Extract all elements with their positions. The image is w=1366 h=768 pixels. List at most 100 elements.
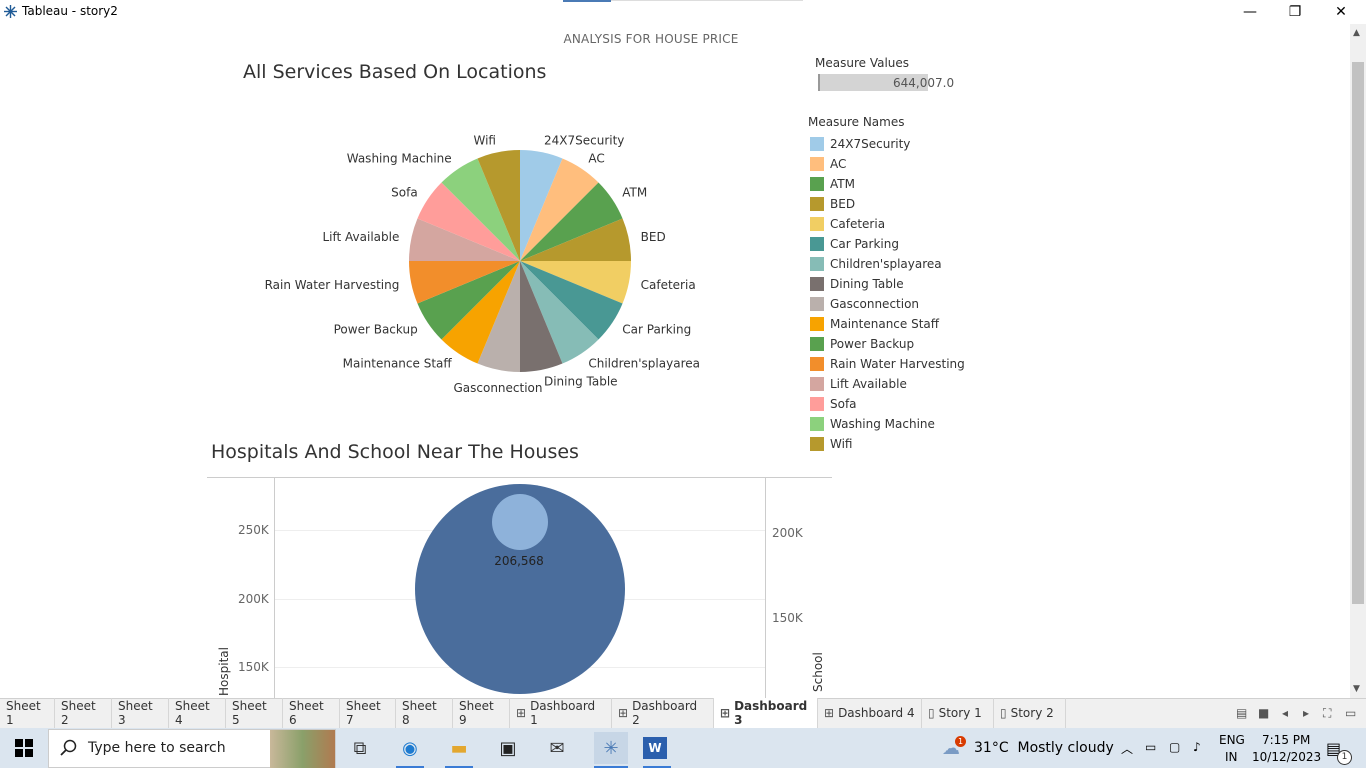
legend-item[interactable]: Children'splayarea bbox=[810, 254, 965, 274]
legend-swatch bbox=[810, 257, 824, 271]
search-highlight-image bbox=[270, 730, 335, 768]
legend-swatch bbox=[810, 137, 824, 151]
tab-sheet-1[interactable]: Sheet 1 bbox=[0, 698, 55, 728]
legend-swatch bbox=[810, 297, 824, 311]
measure-values-bar-edge bbox=[818, 74, 820, 91]
legend-label: Sofa bbox=[830, 397, 857, 411]
restore-button[interactable]: ❐ bbox=[1272, 0, 1318, 24]
legend-item[interactable]: Car Parking bbox=[810, 234, 965, 254]
file-explorer-icon[interactable]: ▬ bbox=[447, 736, 471, 760]
edge-browser-icon[interactable]: ◉ bbox=[398, 736, 422, 760]
windows-start-icon[interactable] bbox=[15, 739, 33, 757]
pie-label: AC bbox=[588, 152, 604, 166]
show-hidden-icons[interactable]: ︿ bbox=[1121, 740, 1133, 757]
bubble-chart-title: Hospitals And School Near The Houses bbox=[211, 441, 579, 463]
legend-label: 24X7Security bbox=[830, 137, 911, 151]
legend-item[interactable]: BED bbox=[810, 194, 965, 214]
close-button[interactable]: ✕ bbox=[1318, 0, 1364, 24]
story-icon: ▯ bbox=[928, 706, 935, 720]
legend-item[interactable]: Wifi bbox=[810, 434, 965, 454]
tab-dashboard-3[interactable]: ⊞ Dashboard 3 bbox=[714, 698, 818, 728]
clock-date[interactable]: 10/12/2023 bbox=[1252, 750, 1321, 764]
word-icon[interactable]: W bbox=[643, 737, 667, 759]
legend-label: Car Parking bbox=[830, 237, 899, 251]
legend-item[interactable]: Cafeteria bbox=[810, 214, 965, 234]
tab-label: Dashboard 1 bbox=[530, 699, 596, 727]
legend-item[interactable]: AC bbox=[810, 154, 965, 174]
legend-item[interactable]: 24X7Security bbox=[810, 134, 965, 154]
measure-names-legend[interactable]: 24X7Security AC ATM BED Cafeteria Car Parking… bbox=[810, 134, 965, 454]
story-icon: ▯ bbox=[1000, 706, 1007, 720]
legend-item[interactable]: Lift Available bbox=[810, 374, 965, 394]
right-axis-line bbox=[765, 478, 766, 698]
scrollbar-thumb[interactable] bbox=[1352, 62, 1364, 604]
window-title: Tableau - story2 bbox=[22, 4, 118, 18]
story-point-active[interactable] bbox=[563, 0, 611, 2]
legend-item[interactable]: Washing Machine bbox=[810, 414, 965, 434]
legend-item[interactable]: ATM bbox=[810, 174, 965, 194]
minimize-button[interactable]: — bbox=[1227, 0, 1273, 24]
legend-swatch bbox=[810, 237, 824, 251]
left-tick-200k: 200K bbox=[238, 592, 269, 606]
legend-swatch bbox=[810, 437, 824, 451]
legend-item[interactable]: Dining Table bbox=[810, 274, 965, 294]
legend-item[interactable]: Power Backup bbox=[810, 334, 965, 354]
battery-icon[interactable]: ▭ bbox=[1145, 740, 1156, 754]
tab-dashboard-1[interactable]: ⊞ Dashboard 1 bbox=[510, 698, 612, 728]
network-icon[interactable]: ▢ bbox=[1169, 740, 1180, 754]
tab-label: Sheet 5 bbox=[232, 699, 267, 727]
pie-label: BED bbox=[641, 230, 666, 244]
dashboard-icon: ⊞ bbox=[618, 706, 629, 720]
mail-icon[interactable]: ✉ bbox=[545, 736, 569, 760]
next-sheet-icon[interactable]: ▸ bbox=[1303, 706, 1309, 720]
fit-icon[interactable]: ⛶ bbox=[1323, 706, 1331, 721]
language-code[interactable]: ENG bbox=[1219, 733, 1245, 747]
tab-sheet-3[interactable]: Sheet 3 bbox=[112, 698, 169, 728]
tab-dashboard-2[interactable]: ⊞ Dashboard 2 bbox=[612, 698, 714, 728]
dashboard-icon: ⊞ bbox=[720, 706, 731, 720]
tab-story-2[interactable]: ▯ Story 2 bbox=[994, 698, 1066, 728]
tab-sheet-2[interactable]: Sheet 2 bbox=[55, 698, 112, 728]
legend-label: Wifi bbox=[830, 437, 853, 451]
store-icon[interactable]: ▣ bbox=[496, 736, 520, 760]
show-tabs-icon[interactable]: ■ bbox=[1258, 706, 1269, 720]
left-axis-label: Hospital bbox=[217, 647, 231, 696]
tab-story-1[interactable]: ▯ Story 1 bbox=[922, 698, 994, 728]
tableau-taskbar-icon[interactable]: ✳ bbox=[594, 732, 628, 764]
services-pie-chart[interactable]: 24X7Security AC ATM BED Cafeteria Car Parking… bbox=[260, 120, 780, 400]
tab-sheet-9[interactable]: Sheet 9 bbox=[453, 698, 510, 728]
tab-dashboard-4[interactable]: ⊞ Dashboard 4 bbox=[818, 698, 922, 728]
pie-label: Cafeteria bbox=[641, 278, 696, 292]
right-tick-200k: 200K bbox=[772, 526, 803, 540]
scroll-down-icon[interactable]: ▼ bbox=[1353, 684, 1360, 694]
legend-item[interactable]: Gasconnection bbox=[810, 294, 965, 314]
tab-label: Sheet 8 bbox=[402, 699, 437, 727]
tab-label: Sheet 2 bbox=[61, 699, 96, 727]
tab-sheet-8[interactable]: Sheet 8 bbox=[396, 698, 453, 728]
task-view-icon[interactable]: ⧉ bbox=[348, 736, 372, 760]
tab-label: Sheet 9 bbox=[459, 699, 494, 727]
tab-sheet-4[interactable]: Sheet 4 bbox=[169, 698, 226, 728]
legend-item[interactable]: Rain Water Harvesting bbox=[810, 354, 965, 374]
pie-label: ATM bbox=[622, 186, 647, 200]
legend-item[interactable]: Maintenance Staff bbox=[810, 314, 965, 334]
presentation-icon[interactable]: ▭ bbox=[1345, 706, 1356, 720]
language-region[interactable]: IN bbox=[1225, 750, 1238, 764]
search-placeholder[interactable]: Type here to search bbox=[88, 740, 226, 756]
clock-time[interactable]: 7:15 PM bbox=[1262, 733, 1310, 747]
tab-sheet-5[interactable]: Sheet 5 bbox=[226, 698, 283, 728]
bubble-chart[interactable]: 206,568 bbox=[275, 478, 765, 698]
volume-icon[interactable]: ♪ bbox=[1193, 740, 1201, 754]
legend-label: ATM bbox=[830, 177, 855, 191]
legend-item[interactable]: Sofa bbox=[810, 394, 965, 414]
school-bubble[interactable] bbox=[492, 494, 548, 550]
show-filmstrip-icon[interactable]: ▤ bbox=[1236, 706, 1247, 720]
weather-text[interactable]: 31°C Mostly cloudy bbox=[974, 740, 1114, 756]
tab-sheet-7[interactable]: Sheet 7 bbox=[340, 698, 396, 728]
scroll-up-icon[interactable]: ▲ bbox=[1353, 28, 1360, 38]
legend-label: Maintenance Staff bbox=[830, 317, 940, 331]
pie-label: Maintenance Staff bbox=[343, 356, 453, 370]
story-title: ANALYSIS FOR HOUSE PRICE bbox=[563, 32, 739, 46]
prev-sheet-icon[interactable]: ◂ bbox=[1282, 706, 1288, 720]
tab-sheet-6[interactable]: Sheet 6 bbox=[283, 698, 340, 728]
